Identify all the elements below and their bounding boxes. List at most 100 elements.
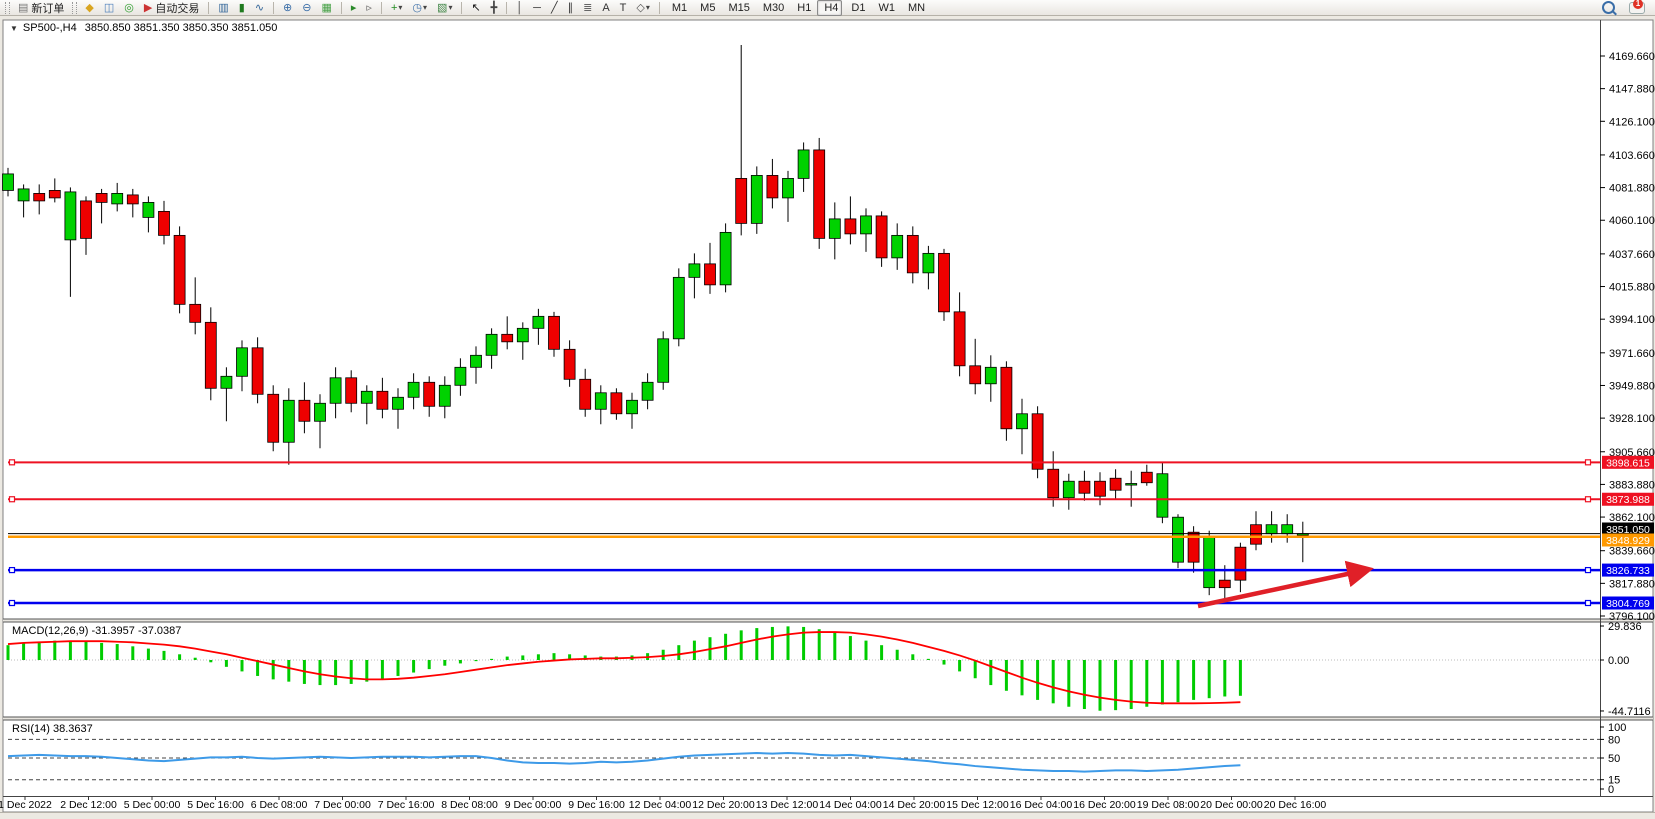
candle bbox=[81, 201, 92, 238]
line-handle[interactable] bbox=[1586, 497, 1591, 502]
candle bbox=[159, 211, 170, 235]
time-label: 5 Dec 16:00 bbox=[187, 799, 244, 811]
candle bbox=[1063, 481, 1074, 497]
candle bbox=[1032, 414, 1043, 469]
candle bbox=[907, 235, 918, 272]
time-label: 20 Dec 00:00 bbox=[1200, 799, 1263, 811]
time-label: 20 Dec 16:00 bbox=[1264, 799, 1327, 811]
time-label: 16 Dec 20:00 bbox=[1073, 799, 1136, 811]
candle bbox=[642, 382, 653, 400]
ohlc-values: 3850.850 3851.350 3850.350 3851.050 bbox=[85, 22, 278, 34]
candle bbox=[1157, 474, 1168, 517]
macd-axis-label: -44.7116 bbox=[1608, 706, 1651, 718]
price-tick-label: 3862.100 bbox=[1609, 512, 1655, 524]
candle bbox=[533, 316, 544, 328]
price-tick-label: 4015.880 bbox=[1609, 282, 1655, 294]
price-label-text: 3873.988 bbox=[1606, 494, 1650, 506]
rsi-axis-label: 100 bbox=[1608, 722, 1626, 734]
candle bbox=[829, 219, 840, 238]
price-label-text: 3826.733 bbox=[1606, 565, 1650, 577]
candle bbox=[112, 193, 123, 203]
price-tick-label: 4060.100 bbox=[1609, 215, 1655, 227]
candle bbox=[923, 253, 934, 272]
candle bbox=[143, 202, 154, 217]
candle bbox=[720, 232, 731, 284]
candle bbox=[268, 394, 279, 442]
candle bbox=[985, 367, 996, 383]
price-tick-label: 4126.100 bbox=[1609, 116, 1655, 128]
candle bbox=[361, 391, 372, 403]
line-handle[interactable] bbox=[10, 601, 15, 606]
candle bbox=[689, 264, 700, 277]
candle bbox=[408, 382, 419, 397]
candle bbox=[190, 304, 201, 322]
candle bbox=[1126, 483, 1137, 485]
candle bbox=[627, 400, 638, 413]
price-tick-label: 3839.660 bbox=[1609, 546, 1655, 558]
candle bbox=[970, 366, 981, 384]
price-tick-label: 4037.660 bbox=[1609, 249, 1655, 261]
line-handle[interactable] bbox=[10, 568, 15, 573]
candle bbox=[549, 316, 560, 349]
candle bbox=[658, 339, 669, 382]
chart-window-header: ▼ SP500-,H4 3850.850 3851.350 3850.350 385… bbox=[10, 22, 277, 35]
macd-axis-label: 29.836 bbox=[1608, 621, 1642, 633]
candle bbox=[751, 175, 762, 223]
candle bbox=[876, 216, 887, 258]
candle bbox=[283, 400, 294, 442]
candle bbox=[299, 400, 310, 421]
chart-canvas: 4169.6604147.8804126.1004103.6604081.880… bbox=[0, 0, 1655, 819]
time-label: 12 Dec 20:00 bbox=[692, 799, 755, 811]
price-tick-label: 4147.880 bbox=[1609, 84, 1655, 96]
candle bbox=[96, 193, 107, 202]
price-label-text: 3898.615 bbox=[1606, 457, 1650, 469]
line-handle[interactable] bbox=[1586, 460, 1591, 465]
candle bbox=[424, 382, 435, 406]
candle bbox=[346, 378, 357, 403]
price-tick-label: 3928.100 bbox=[1609, 413, 1655, 425]
time-label: 2 Dec 12:00 bbox=[60, 799, 117, 811]
candle bbox=[939, 253, 950, 311]
line-handle[interactable] bbox=[10, 497, 15, 502]
chevron-down-icon[interactable]: ▼ bbox=[10, 24, 18, 33]
candle bbox=[1173, 517, 1184, 562]
candle bbox=[814, 150, 825, 238]
candle bbox=[767, 175, 778, 197]
candle bbox=[221, 376, 232, 388]
candle bbox=[564, 349, 575, 379]
symbol-title: SP500-,H4 bbox=[23, 22, 77, 34]
candle bbox=[252, 348, 263, 394]
candle bbox=[49, 190, 60, 197]
price-label-text: 3804.769 bbox=[1606, 598, 1650, 610]
line-handle[interactable] bbox=[1586, 601, 1591, 606]
candle bbox=[455, 367, 466, 385]
candle bbox=[65, 192, 76, 240]
candle bbox=[1282, 525, 1293, 534]
candle bbox=[595, 393, 606, 409]
candle bbox=[315, 403, 326, 421]
candle bbox=[673, 277, 684, 338]
candle bbox=[798, 150, 809, 178]
line-handle[interactable] bbox=[10, 460, 15, 465]
rsi-axis-label: 0 bbox=[1608, 784, 1614, 796]
candle bbox=[205, 322, 216, 388]
candle bbox=[861, 216, 872, 234]
time-label: 6 Dec 08:00 bbox=[251, 799, 308, 811]
candle bbox=[237, 348, 248, 376]
candle bbox=[439, 385, 450, 406]
rsi-axis-label: 80 bbox=[1608, 734, 1620, 746]
candle bbox=[1110, 478, 1121, 490]
price-tick-label: 3949.880 bbox=[1609, 380, 1655, 392]
time-label: 7 Dec 16:00 bbox=[378, 799, 435, 811]
time-label: 14 Dec 20:00 bbox=[883, 799, 946, 811]
macd-axis-label: 0.00 bbox=[1608, 655, 1629, 667]
price-tick-label: 4169.660 bbox=[1609, 51, 1655, 63]
line-handle[interactable] bbox=[1586, 568, 1591, 573]
candle bbox=[1266, 525, 1277, 534]
candle bbox=[892, 235, 903, 257]
time-label: 9 Dec 00:00 bbox=[505, 799, 562, 811]
candle bbox=[1219, 580, 1230, 587]
time-label: 14 Dec 04:00 bbox=[819, 799, 882, 811]
time-label: 19 Dec 08:00 bbox=[1137, 799, 1200, 811]
candle bbox=[330, 378, 341, 403]
